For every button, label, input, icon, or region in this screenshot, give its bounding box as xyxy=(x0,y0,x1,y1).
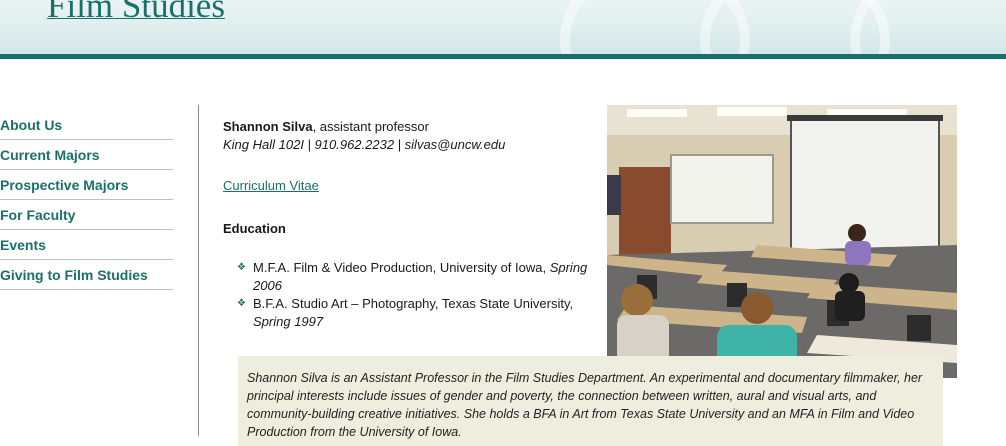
diamond-bullet-icon: ❖ xyxy=(237,298,246,309)
list-item: ❖ M.F.A. Film & Video Production, Univer… xyxy=(223,259,603,295)
diamond-bullet-icon: ❖ xyxy=(237,262,246,273)
sidebar-nav: About Us Current Majors Prospective Majo… xyxy=(0,110,173,290)
education-heading: Education xyxy=(223,221,286,236)
education-degree: B.F.A. Studio Art – Photography, Texas S… xyxy=(253,296,574,311)
bio-text: Shannon Silva is an Assistant Professor … xyxy=(247,371,923,439)
classroom-photo xyxy=(607,105,957,378)
profile-title: , assistant professor xyxy=(312,119,429,134)
profile-name-line: Shannon Silva, assistant professor xyxy=(223,118,603,136)
profile-name: Shannon Silva xyxy=(223,119,313,134)
decorative-arch xyxy=(850,0,1006,54)
sidebar-item-prospective-majors[interactable]: Prospective Majors xyxy=(0,170,173,200)
bio-box: Shannon Silva is an Assistant Professor … xyxy=(238,356,943,446)
profile-contact: King Hall 102I | 910.962.2232 | silvas@u… xyxy=(223,137,506,152)
vertical-divider xyxy=(198,105,199,436)
sidebar-item-events[interactable]: Events xyxy=(0,230,173,260)
sidebar-item-for-faculty[interactable]: For Faculty xyxy=(0,200,173,230)
sidebar-item-about-us[interactable]: About Us xyxy=(0,110,173,140)
education-year: Spring 1997 xyxy=(253,314,324,329)
list-item: ❖ B.F.A. Studio Art – Photography, Texas… xyxy=(223,295,603,331)
education-degree: M.F.A. Film & Video Production, Universi… xyxy=(253,260,550,275)
sidebar-item-current-majors[interactable]: Current Majors xyxy=(0,140,173,170)
sidebar-item-giving[interactable]: Giving to Film Studies xyxy=(0,260,173,290)
curriculum-vitae-link[interactable]: Curriculum Vitae xyxy=(223,177,319,195)
site-title-link[interactable]: Film Studies xyxy=(47,0,225,26)
education-list: ❖ M.F.A. Film & Video Production, Univer… xyxy=(223,259,603,331)
header-banner: Film Studies xyxy=(0,0,1006,54)
header-divider-bar xyxy=(0,54,1006,59)
profile-content: Shannon Silva, assistant professor King … xyxy=(223,118,603,331)
